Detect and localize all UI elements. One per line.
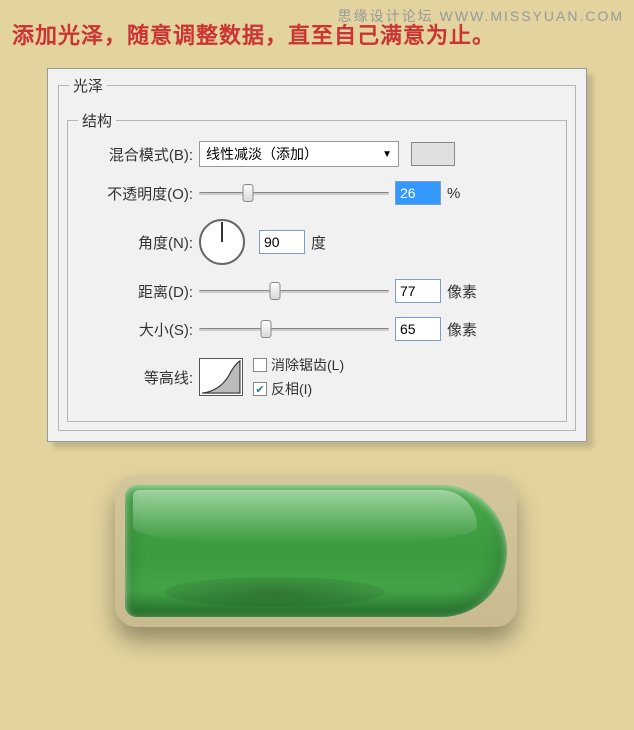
row-size: 大小(S): 像素 — [84, 317, 550, 341]
row-contour: 等高线: 消除锯齿(L) ✔ 反相(I) — [84, 355, 550, 399]
antialias-row[interactable]: 消除锯齿(L) — [253, 355, 344, 375]
size-input[interactable] — [395, 317, 441, 341]
pill-highlight — [133, 490, 477, 543]
unit-angle: 度 — [311, 232, 326, 253]
caret-down-icon: ▼ — [382, 149, 392, 160]
row-blend-mode: 混合模式(B): 线性减淡（添加） ▼ — [84, 141, 550, 167]
label-size: 大小(S): — [84, 319, 199, 340]
label-angle: 角度(N): — [84, 232, 199, 253]
opacity-slider[interactable] — [199, 184, 389, 202]
row-distance: 距离(D): 像素 — [84, 279, 550, 303]
fieldset-structure: 结构 混合模式(B): 线性减淡（添加） ▼ 不透明度(O): — [67, 120, 567, 422]
legend-satin: 光泽 — [69, 75, 107, 96]
blend-mode-dropdown[interactable]: 线性减淡（添加） ▼ — [199, 141, 399, 167]
invert-checkbox[interactable]: ✔ — [253, 382, 267, 396]
row-opacity: 不透明度(O): % — [84, 181, 550, 205]
preview-green-pill — [125, 485, 507, 617]
satin-dialog: 光泽 结构 混合模式(B): 线性减淡（添加） ▼ 不透明度(O): — [47, 68, 587, 442]
row-angle: 角度(N): 度 — [84, 219, 550, 265]
preview-button-frame — [115, 475, 517, 627]
watermark-text: 思缘设计论坛 WWW.MISSYUAN.COM — [338, 6, 624, 26]
label-opacity: 不透明度(O): — [84, 183, 199, 204]
label-contour: 等高线: — [84, 367, 199, 388]
blend-mode-value: 线性减淡（添加） — [206, 144, 318, 164]
invert-row[interactable]: ✔ 反相(I) — [253, 379, 344, 399]
angle-input[interactable] — [259, 230, 305, 254]
label-blend-mode: 混合模式(B): — [84, 144, 199, 165]
pill-inner-shadow — [165, 577, 385, 607]
unit-opacity: % — [447, 185, 460, 202]
antialias-label: 消除锯齿(L) — [271, 355, 344, 375]
fieldset-satin: 光泽 结构 混合模式(B): 线性减淡（添加） ▼ 不透明度(O): — [58, 85, 576, 431]
distance-slider[interactable] — [199, 282, 389, 300]
contour-picker[interactable] — [199, 358, 243, 396]
color-swatch[interactable] — [411, 142, 455, 166]
label-distance: 距离(D): — [84, 281, 199, 302]
angle-needle-icon — [221, 222, 223, 242]
unit-distance: 像素 — [447, 281, 477, 302]
legend-structure: 结构 — [78, 110, 116, 131]
invert-label: 反相(I) — [271, 379, 312, 399]
distance-input[interactable] — [395, 279, 441, 303]
antialias-checkbox[interactable] — [253, 358, 267, 372]
size-slider[interactable] — [199, 320, 389, 338]
contour-curve-icon — [200, 359, 242, 395]
opacity-input[interactable] — [395, 181, 441, 205]
unit-size: 像素 — [447, 319, 477, 340]
angle-dial[interactable] — [199, 219, 245, 265]
